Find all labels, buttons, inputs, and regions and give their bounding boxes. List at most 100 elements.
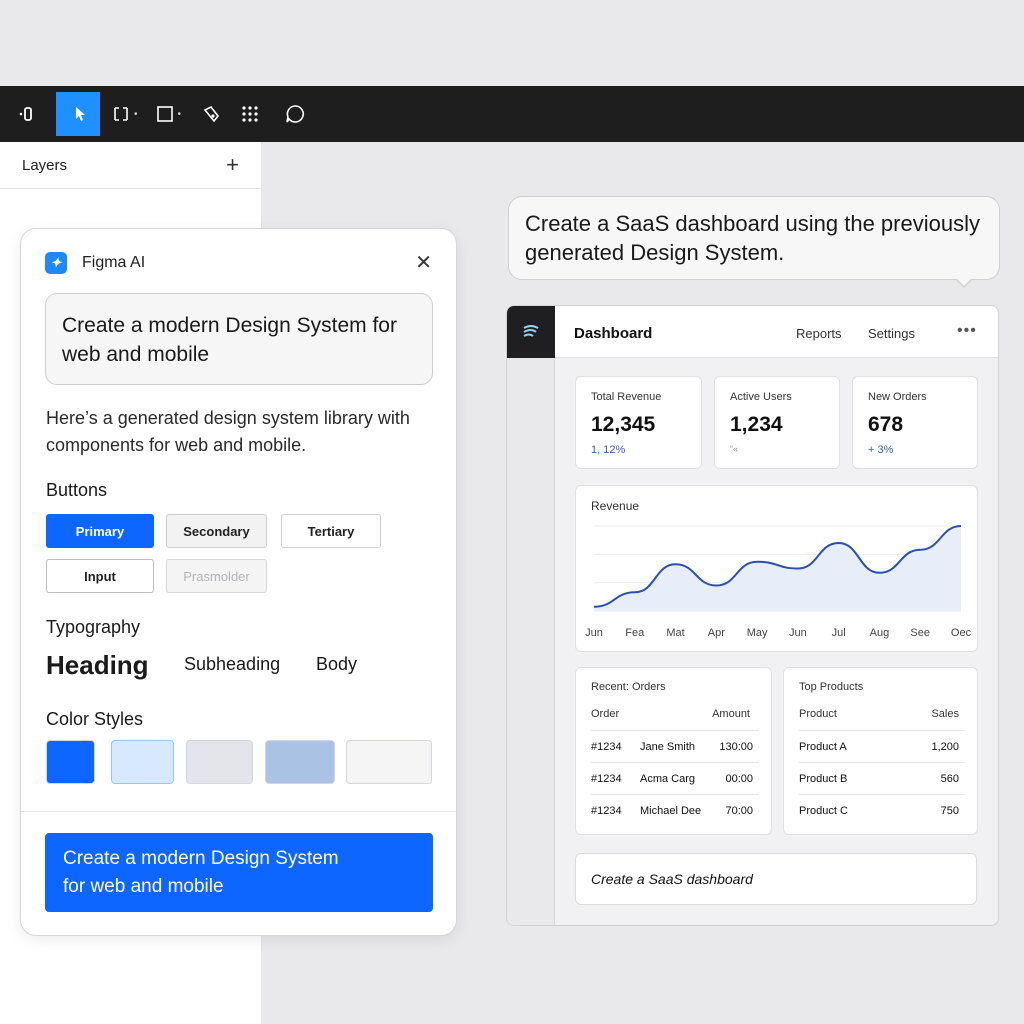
- color-swatch[interactable]: [186, 740, 253, 784]
- grid-tool-icon[interactable]: [241, 92, 259, 136]
- order-amount: 70:00: [725, 805, 753, 817]
- revenue-chart-card: Revenue Jun Fea Mat Apr May Jun Jul Aug See Oec: [575, 485, 978, 652]
- x-tick-label: Jul: [832, 627, 846, 639]
- figma-ai-logo-icon: ✦: [45, 252, 67, 274]
- column-header-order: Order: [591, 708, 620, 720]
- layers-title: Layers: [22, 156, 68, 174]
- layers-header: Layers +: [0, 142, 261, 189]
- shape-tool-icon[interactable]: •: [156, 92, 182, 136]
- table-row[interactable]: Product A 1,200: [799, 730, 965, 762]
- comment-tool-icon[interactable]: [285, 92, 305, 136]
- tertiary-button[interactable]: Tertiary: [281, 514, 381, 548]
- x-tick-label: Aug: [870, 627, 890, 639]
- buttons-section-title: Buttons: [46, 480, 108, 500]
- add-layer-button[interactable]: +: [226, 154, 239, 176]
- product-sales: 560: [940, 773, 959, 785]
- color-styles-section-title: Color Styles: [46, 709, 144, 729]
- table-row[interactable]: Product C 750: [799, 794, 965, 826]
- order-amount: 130:00: [719, 741, 753, 753]
- kpi-card-total-revenue: Total Revenue 12,345 1, 12%: [575, 376, 702, 469]
- typography-body-sample: Body: [316, 654, 358, 674]
- table-row[interactable]: #1234 Michael Dee 70:00: [591, 794, 759, 826]
- column-header-amount: Amount: [712, 708, 750, 720]
- color-swatch[interactable]: [111, 740, 174, 784]
- x-tick-label: May: [747, 627, 768, 639]
- bubble-tail-fill: [956, 278, 972, 286]
- kpi-card-active-users: Active Users 1,234 “«: [714, 376, 840, 469]
- toolbar: • •: [0, 86, 1024, 142]
- dashboard-topbar: Dashboard Reports Settings •••: [555, 306, 998, 358]
- top-products-title: Top Products: [799, 681, 864, 693]
- input-button[interactable]: Input: [46, 559, 154, 593]
- order-customer: Jane Smith: [640, 741, 696, 753]
- column-header-product: Product: [799, 708, 837, 720]
- x-tick-label: Fea: [625, 627, 645, 639]
- kpi-card-new-orders: New Orders 678 + 3%: [852, 376, 978, 469]
- revenue-area-fill: [594, 526, 961, 611]
- product-name: Product C: [799, 805, 848, 817]
- kpi-label: Active Users: [730, 391, 792, 403]
- saas-dashboard: Dashboard Reports Settings ••• Total Rev…: [506, 305, 999, 926]
- product-name: Product B: [799, 773, 848, 785]
- primary-button[interactable]: Primary: [46, 514, 154, 548]
- kpi-value: 1,234: [730, 413, 783, 436]
- kpi-label: New Orders: [868, 391, 927, 403]
- nav-settings[interactable]: Settings: [868, 326, 915, 341]
- table-row[interactable]: #1234 Jane Smith 130:00: [591, 730, 759, 762]
- x-tick-label: Oec: [951, 627, 972, 639]
- generate-prompt-button[interactable]: Create a modern Design System for web an…: [45, 833, 433, 912]
- product-name: Product A: [799, 741, 847, 753]
- x-tick-label: Jun: [585, 627, 603, 639]
- typography-heading-sample: Heading: [46, 650, 149, 680]
- order-customer: Michael Dee: [640, 805, 702, 817]
- order-id: #1234: [591, 805, 622, 817]
- dashboard-prompt-input[interactable]: Create a SaaS dashboard: [575, 853, 977, 905]
- top-products-card: Top Products Product Sales Product A 1,2…: [783, 667, 978, 835]
- typography-subheading-sample: Subheading: [184, 654, 281, 674]
- nav-reports[interactable]: Reports: [796, 326, 842, 341]
- frame-tool-icon[interactable]: •: [112, 92, 138, 136]
- dashboard-title: Dashboard: [574, 325, 653, 342]
- kpi-label: Total Revenue: [591, 391, 662, 403]
- generate-prompt-line-1: Create a modern Design System: [63, 848, 339, 869]
- color-swatch[interactable]: [346, 740, 432, 784]
- ai-panel-title: Figma AI: [82, 254, 146, 271]
- color-swatch[interactable]: [265, 740, 335, 784]
- x-tick-label: Mat: [666, 627, 684, 639]
- prompt-message: Create a modern Design System for web an…: [45, 293, 433, 385]
- product-sales: 750: [940, 805, 959, 817]
- recent-orders-title: Recent: Orders: [591, 681, 666, 693]
- order-id: #1234: [591, 773, 622, 785]
- ai-panel-header: ✦ Figma AI ✕: [45, 251, 432, 275]
- dashboard-sidebar: [507, 306, 555, 925]
- kpi-delta: + 3%: [868, 444, 894, 456]
- ai-response-text: Here’s a generated design system library…: [46, 408, 410, 455]
- pen-tool-icon[interactable]: [201, 92, 221, 136]
- kpi-delta: 1, 12%: [591, 444, 626, 456]
- main-menu-icon[interactable]: [0, 92, 52, 136]
- dashboard-logo-icon[interactable]: [507, 306, 555, 358]
- frame-tool-caret-icon[interactable]: •: [134, 109, 138, 120]
- placeholder-button[interactable]: Prasmolder: [166, 559, 267, 593]
- x-tick-label: Jun: [789, 627, 807, 639]
- order-amount: 00:00: [725, 773, 753, 785]
- secondary-button[interactable]: Secondary: [166, 514, 267, 548]
- shape-tool-caret-icon[interactable]: •: [178, 109, 182, 120]
- product-sales: 1,200: [931, 741, 959, 753]
- order-id: #1234: [591, 741, 622, 753]
- chat-prompt-bubble: Create a SaaS dashboard using the previo…: [508, 196, 1000, 280]
- column-header-sales: Sales: [931, 708, 959, 720]
- table-row[interactable]: #1234 Acma Carg 00:00: [591, 762, 759, 794]
- more-options-icon[interactable]: •••: [957, 322, 977, 340]
- close-icon[interactable]: ✕: [415, 253, 432, 273]
- color-swatch[interactable]: [46, 740, 95, 784]
- typography-section-title: Typography: [46, 617, 141, 637]
- x-tick-label: See: [910, 627, 930, 639]
- generate-prompt-line-2: for web and mobile: [63, 876, 224, 897]
- order-customer: Acma Carg: [640, 773, 696, 785]
- table-row[interactable]: Product B 560: [799, 762, 965, 794]
- revenue-chart: Jun Fea Mat Apr May Jun Jul Aug See Oec: [585, 525, 972, 639]
- x-tick-label: Apr: [708, 627, 725, 639]
- kpi-value: 12,345: [591, 413, 656, 436]
- move-tool-icon[interactable]: [56, 92, 100, 136]
